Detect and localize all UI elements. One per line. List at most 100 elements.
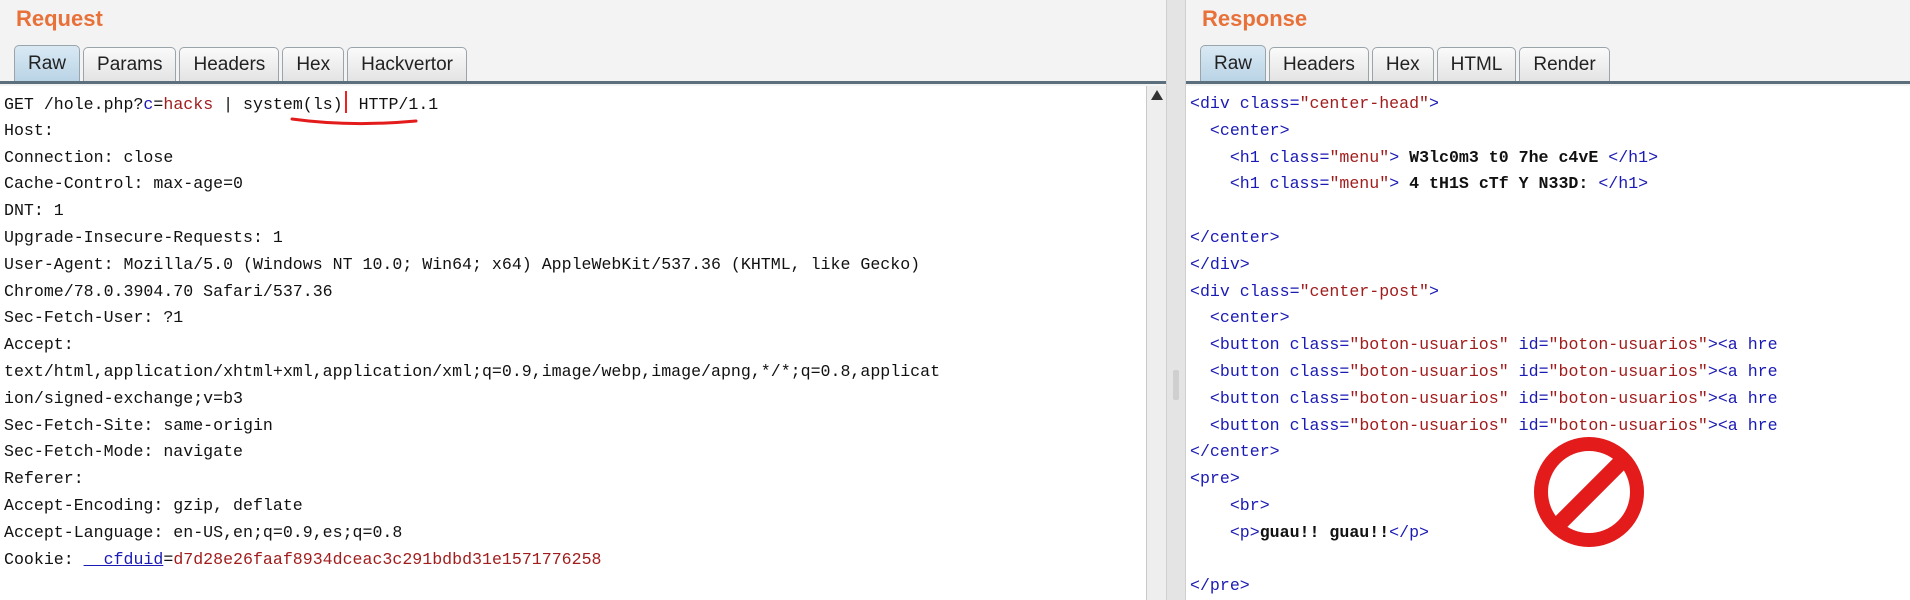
response-token: <h1 [1190, 174, 1270, 194]
request-header-line[interactable]: Sec-Fetch-Site: same-origin [4, 413, 940, 440]
response-token: </div> [1190, 254, 1250, 274]
response-line[interactable]: <h1 class="menu"> 4 tH1S cTf Y N33D: </h… [1190, 171, 1778, 198]
response-line[interactable]: <h1 class="menu"> W3lc0m3 t0 7he c4vE </… [1190, 145, 1778, 172]
response-token: class [1269, 147, 1320, 167]
response-tab-raw[interactable]: Raw [1200, 45, 1267, 82]
request-header-line[interactable]: Cache-Control: max-age=0 [4, 171, 940, 198]
response-tab-render[interactable]: Render [1519, 47, 1610, 82]
response-token: = [1339, 361, 1350, 381]
response-token: <center> [1190, 120, 1290, 140]
request-header-line[interactable]: Sec-Fetch-Mode: navigate [4, 439, 940, 466]
response-token: </h1> [1598, 147, 1659, 167]
no-entry-icon [1534, 437, 1644, 547]
text-cursor [344, 91, 347, 113]
response-token: class [1239, 281, 1290, 301]
response-line[interactable]: <center> [1190, 305, 1778, 332]
response-line[interactable]: <button class="boton-usuarios" id="boton… [1190, 359, 1778, 386]
response-tab-headers[interactable]: Headers [1269, 47, 1369, 82]
request-header-line[interactable]: Connection: close [4, 145, 940, 172]
cookie-name: __cfduid [83, 549, 164, 569]
response-token: = [1538, 335, 1549, 355]
request-title: Request [16, 6, 103, 31]
response-tab-hex[interactable]: Hex [1371, 47, 1434, 82]
request-header-line[interactable]: User-Agent: Mozilla/5.0 (Windows NT 10.0… [4, 252, 940, 279]
response-token: <button [1190, 335, 1290, 355]
scroll-up-arrow-icon[interactable] [1151, 90, 1163, 100]
response-line[interactable]: <div class="center-head"> [1190, 91, 1778, 118]
response-token: </center> [1190, 227, 1280, 247]
response-token: <br> [1190, 495, 1270, 515]
red-underline-annotation [290, 117, 418, 126]
query-injection: | system(ls) [213, 95, 343, 114]
response-line[interactable] [1190, 547, 1778, 574]
response-tab-html[interactable]: HTML [1436, 47, 1517, 82]
request-header-line[interactable]: ion/signed-exchange;v=b3 [4, 386, 940, 413]
query-param-value: hacks [163, 95, 214, 114]
response-line[interactable]: </div> [1190, 252, 1778, 279]
response-token: id [1518, 388, 1539, 408]
response-token: ><a hre [1707, 361, 1778, 381]
request-header-line[interactable]: Sec-Fetch-User: ?1 [4, 305, 940, 332]
response-line[interactable]: </pre> [1190, 573, 1778, 600]
response-token: id [1518, 335, 1539, 355]
response-token: 4 tH1S cTf Y N33D: [1409, 174, 1589, 194]
request-tab-hex[interactable]: Hex [282, 47, 345, 82]
response-token: = [1289, 281, 1300, 301]
response-token [1509, 335, 1519, 354]
response-tabs: Raw Headers Hex HTML Render [1200, 45, 1613, 82]
response-line[interactable] [1190, 198, 1778, 225]
request-header-line[interactable]: DNT: 1 [4, 198, 940, 225]
response-token [1509, 362, 1519, 381]
request-scrollbar[interactable] [1146, 86, 1166, 600]
request-header-line[interactable]: Referer: [4, 466, 940, 493]
response-token: "center-head" [1299, 94, 1430, 113]
response-token: > [1389, 174, 1410, 194]
response-token: = [1339, 388, 1350, 408]
request-tab-headers[interactable]: Headers [179, 47, 280, 82]
query-param-name: c [143, 95, 154, 114]
request-header-line[interactable]: Chrome/78.0.3904.70 Safari/537.36 [4, 279, 940, 306]
request-header-line[interactable]: Host: [4, 118, 940, 145]
request-header-line[interactable]: Accept: [4, 332, 940, 359]
request-tab-raw[interactable]: Raw [14, 45, 81, 82]
response-line[interactable]: <br> [1190, 493, 1778, 520]
request-tab-params[interactable]: Params [83, 47, 177, 82]
response-token: </p> [1389, 522, 1430, 542]
request-header-line[interactable]: Upgrade-Insecure-Requests: 1 [4, 225, 940, 252]
pane-splitter[interactable] [1166, 0, 1186, 600]
response-token: <button [1190, 361, 1290, 381]
request-header-line[interactable]: Accept-Encoding: gzip, deflate [4, 493, 940, 520]
response-token: = [1538, 361, 1549, 381]
response-token: </pre> [1190, 576, 1250, 596]
response-line[interactable]: <pre> [1190, 466, 1778, 493]
response-line[interactable]: <center> [1190, 118, 1778, 145]
response-token: ><a hre [1707, 415, 1778, 435]
response-token: > [1429, 94, 1439, 113]
response-line[interactable]: </center> [1190, 225, 1778, 252]
response-token: ><a hre [1707, 335, 1778, 355]
response-token: = [1339, 335, 1350, 355]
splitter-grip-icon[interactable] [1173, 370, 1179, 400]
response-title: Response [1202, 6, 1308, 31]
request-editor[interactable]: GET /hole.php?c=hacks | system(ls) HTTP/… [0, 86, 1146, 600]
response-token: <button [1190, 388, 1290, 408]
cookie-line[interactable]: Cookie: __cfduid=d7d28e26faaf8934dceac3c… [4, 547, 940, 574]
response-tab-rule [1186, 81, 1910, 84]
response-line[interactable]: <button class="boton-usuarios" id="boton… [1190, 332, 1778, 359]
response-line[interactable]: <p>guau!! guau!!</p> [1190, 520, 1778, 547]
request-header-line[interactable]: text/html,application/xhtml+xml,applicat… [4, 359, 940, 386]
response-token: class [1289, 335, 1340, 355]
response-line[interactable]: <button class="boton-usuarios" id="boton… [1190, 413, 1778, 440]
response-line[interactable]: </center> [1190, 439, 1778, 466]
response-token: "boton-usuarios" [1349, 361, 1509, 381]
request-tab-hackvertor[interactable]: Hackvertor [347, 47, 467, 82]
response-token: <center> [1190, 308, 1290, 328]
request-header-line[interactable]: Accept-Language: en-US,en;q=0.9,es;q=0.8 [4, 520, 940, 547]
response-token: "boton-usuarios" [1548, 388, 1708, 408]
response-token: ><a hre [1707, 388, 1778, 408]
response-token: <h1 [1190, 147, 1270, 167]
response-line[interactable]: <button class="boton-usuarios" id="boton… [1190, 386, 1778, 413]
request-line[interactable]: GET /hole.php?c=hacks | system(ls) HTTP/… [4, 91, 940, 118]
response-line[interactable]: <div class="center-post"> [1190, 279, 1778, 306]
response-token: id [1518, 361, 1539, 381]
